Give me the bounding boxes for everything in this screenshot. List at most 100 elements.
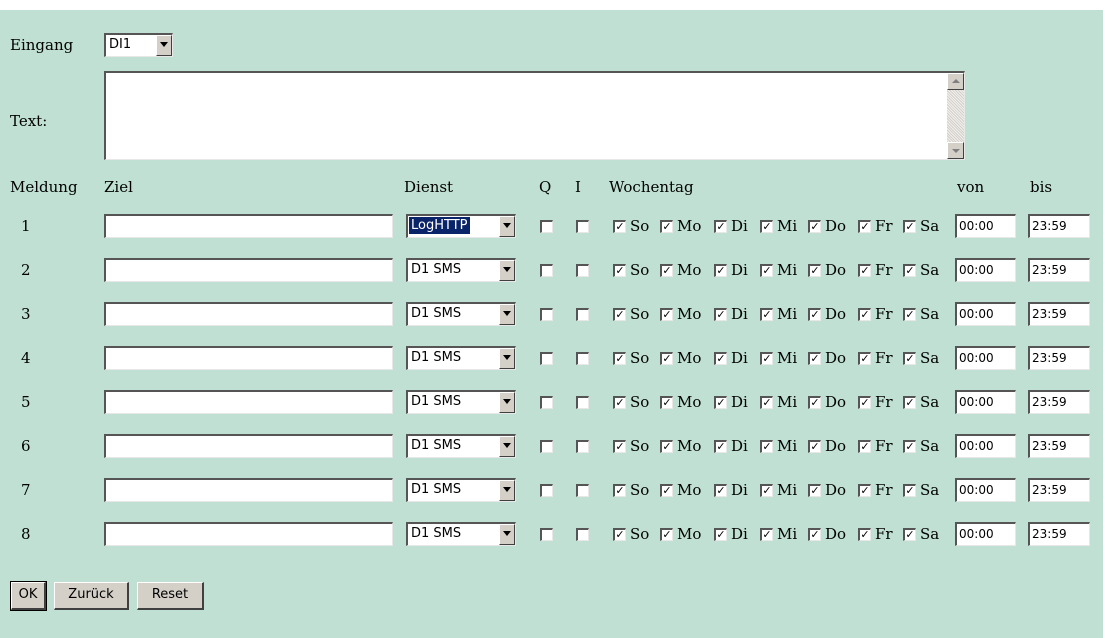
weekday-checkbox-fr[interactable]: ✓ [858, 264, 871, 277]
eingang-select[interactable]: DI1 [104, 33, 173, 57]
weekday-checkbox-so[interactable]: ✓ [613, 220, 626, 233]
weekday-checkbox-di[interactable]: ✓ [714, 264, 727, 277]
von-input[interactable]: 00:00 [955, 302, 1016, 326]
dienst-select[interactable]: D1 SMS [406, 302, 516, 326]
weekday-checkbox-di[interactable]: ✓ [714, 220, 727, 233]
weekday-checkbox-fr[interactable]: ✓ [858, 528, 871, 541]
i-checkbox[interactable] [576, 264, 589, 277]
weekday-checkbox-sa[interactable]: ✓ [903, 528, 916, 541]
weekday-checkbox-do[interactable]: ✓ [808, 352, 821, 365]
text-area-scrollbar[interactable] [947, 73, 964, 159]
chevron-down-icon[interactable] [499, 436, 515, 457]
weekday-checkbox-mi[interactable]: ✓ [760, 440, 773, 453]
weekday-checkbox-sa[interactable]: ✓ [903, 396, 916, 409]
bis-input[interactable]: 23:59 [1028, 258, 1090, 282]
ziel-input[interactable] [104, 346, 393, 370]
weekday-checkbox-do[interactable]: ✓ [808, 528, 821, 541]
weekday-checkbox-mo[interactable]: ✓ [660, 396, 673, 409]
dienst-select[interactable]: D1 SMS [406, 478, 516, 502]
weekday-checkbox-sa[interactable]: ✓ [903, 220, 916, 233]
q-checkbox[interactable] [540, 484, 553, 497]
weekday-checkbox-di[interactable]: ✓ [714, 352, 727, 365]
weekday-checkbox-sa[interactable]: ✓ [903, 440, 916, 453]
chevron-down-icon[interactable] [499, 216, 515, 237]
weekday-checkbox-fr[interactable]: ✓ [858, 396, 871, 409]
dienst-select[interactable]: D1 SMS [406, 346, 516, 370]
weekday-checkbox-mi[interactable]: ✓ [760, 264, 773, 277]
weekday-checkbox-mi[interactable]: ✓ [760, 352, 773, 365]
weekday-checkbox-so[interactable]: ✓ [613, 440, 626, 453]
ziel-input[interactable] [104, 390, 393, 414]
weekday-checkbox-so[interactable]: ✓ [613, 264, 626, 277]
weekday-checkbox-do[interactable]: ✓ [808, 440, 821, 453]
weekday-checkbox-mo[interactable]: ✓ [660, 484, 673, 497]
dienst-select[interactable]: D1 SMS [406, 522, 516, 546]
weekday-checkbox-mi[interactable]: ✓ [760, 308, 773, 321]
dienst-select[interactable]: D1 SMS [406, 258, 516, 282]
weekday-checkbox-fr[interactable]: ✓ [858, 220, 871, 233]
chevron-down-icon[interactable] [499, 524, 515, 545]
von-input[interactable]: 00:00 [955, 434, 1016, 458]
ziel-input[interactable] [104, 258, 393, 282]
weekday-checkbox-mi[interactable]: ✓ [760, 220, 773, 233]
q-checkbox[interactable] [540, 264, 553, 277]
chevron-down-icon[interactable] [499, 480, 515, 501]
weekday-checkbox-so[interactable]: ✓ [613, 396, 626, 409]
weekday-checkbox-fr[interactable]: ✓ [858, 352, 871, 365]
scroll-up-icon[interactable] [947, 73, 964, 90]
weekday-checkbox-sa[interactable]: ✓ [903, 264, 916, 277]
ziel-input[interactable] [104, 478, 393, 502]
weekday-checkbox-do[interactable]: ✓ [808, 264, 821, 277]
reset-button[interactable]: Reset [137, 582, 204, 610]
i-checkbox[interactable] [576, 440, 589, 453]
weekday-checkbox-do[interactable]: ✓ [808, 308, 821, 321]
bis-input[interactable]: 23:59 [1028, 346, 1090, 370]
ok-button[interactable]: OK [10, 581, 47, 611]
chevron-down-icon[interactable] [499, 348, 515, 369]
weekday-checkbox-di[interactable]: ✓ [714, 308, 727, 321]
weekday-checkbox-do[interactable]: ✓ [808, 396, 821, 409]
i-checkbox[interactable] [576, 220, 589, 233]
weekday-checkbox-so[interactable]: ✓ [613, 484, 626, 497]
i-checkbox[interactable] [576, 528, 589, 541]
q-checkbox[interactable] [540, 352, 553, 365]
weekday-checkbox-fr[interactable]: ✓ [858, 440, 871, 453]
q-checkbox[interactable] [540, 440, 553, 453]
q-checkbox[interactable] [540, 220, 553, 233]
weekday-checkbox-mo[interactable]: ✓ [660, 264, 673, 277]
weekday-checkbox-so[interactable]: ✓ [613, 528, 626, 541]
von-input[interactable]: 00:00 [955, 390, 1016, 414]
bis-input[interactable]: 23:59 [1028, 214, 1090, 238]
weekday-checkbox-sa[interactable]: ✓ [903, 352, 916, 365]
weekday-checkbox-do[interactable]: ✓ [808, 484, 821, 497]
weekday-checkbox-di[interactable]: ✓ [714, 440, 727, 453]
weekday-checkbox-do[interactable]: ✓ [808, 220, 821, 233]
weekday-checkbox-di[interactable]: ✓ [714, 484, 727, 497]
weekday-checkbox-so[interactable]: ✓ [613, 352, 626, 365]
i-checkbox[interactable] [576, 396, 589, 409]
von-input[interactable]: 00:00 [955, 346, 1016, 370]
weekday-checkbox-di[interactable]: ✓ [714, 396, 727, 409]
weekday-checkbox-di[interactable]: ✓ [714, 528, 727, 541]
bis-input[interactable]: 23:59 [1028, 390, 1090, 414]
weekday-checkbox-mi[interactable]: ✓ [760, 396, 773, 409]
chevron-down-icon[interactable] [499, 260, 515, 281]
dienst-select[interactable]: D1 SMS [406, 390, 516, 414]
i-checkbox[interactable] [576, 484, 589, 497]
scroll-down-icon[interactable] [947, 142, 964, 159]
von-input[interactable]: 00:00 [955, 258, 1016, 282]
chevron-down-icon[interactable] [156, 35, 172, 56]
i-checkbox[interactable] [576, 352, 589, 365]
ziel-input[interactable] [104, 522, 393, 546]
von-input[interactable]: 00:00 [955, 522, 1016, 546]
weekday-checkbox-mi[interactable]: ✓ [760, 528, 773, 541]
bis-input[interactable]: 23:59 [1028, 302, 1090, 326]
i-checkbox[interactable] [576, 308, 589, 321]
von-input[interactable]: 00:00 [955, 214, 1016, 238]
weekday-checkbox-mo[interactable]: ✓ [660, 220, 673, 233]
weekday-checkbox-mo[interactable]: ✓ [660, 308, 673, 321]
weekday-checkbox-mi[interactable]: ✓ [760, 484, 773, 497]
bis-input[interactable]: 23:59 [1028, 522, 1090, 546]
von-input[interactable]: 00:00 [955, 478, 1016, 502]
back-button[interactable]: Zurück [54, 582, 129, 610]
